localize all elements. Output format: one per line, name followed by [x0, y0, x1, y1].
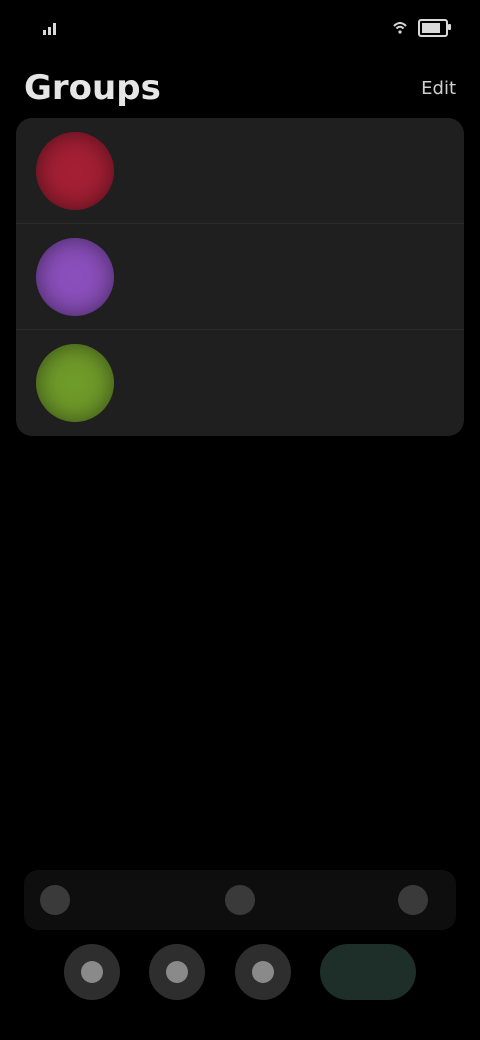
group-item[interactable] — [16, 118, 464, 224]
group-avatar — [36, 237, 114, 316]
toolbar-right[interactable] — [398, 885, 440, 915]
search-icon — [166, 961, 189, 983]
group-avatar — [36, 344, 114, 422]
bottom-toolbar — [24, 870, 456, 930]
status-right — [392, 19, 451, 37]
profile-button[interactable] — [234, 944, 291, 1000]
signal-icon — [42, 20, 58, 36]
status-left — [32, 20, 58, 36]
battery-icon — [418, 19, 451, 37]
page-title: Groups — [24, 68, 161, 108]
toolbar-center[interactable] — [225, 885, 255, 915]
wifi-icon — [392, 20, 408, 36]
toolbar-left[interactable] — [40, 885, 82, 915]
toolbar-left-icon — [40, 885, 70, 915]
primary-action-button[interactable] — [319, 944, 416, 1000]
header: Groups Edit — [0, 58, 480, 118]
screen-root: Groups Edit — [0, 0, 480, 1040]
edit-button[interactable]: Edit — [421, 78, 456, 99]
group-item[interactable] — [16, 224, 464, 330]
battery-fill — [422, 23, 441, 33]
dock — [24, 930, 456, 1014]
home-icon — [81, 961, 103, 983]
profile-icon — [251, 961, 274, 983]
toolbar-center-icon — [225, 885, 255, 915]
home-button[interactable] — [64, 944, 120, 1000]
group-item[interactable] — [16, 330, 464, 436]
group-avatar — [36, 131, 114, 210]
search-button[interactable] — [149, 944, 206, 1000]
toolbar-right-icon — [398, 885, 428, 915]
status-bar — [0, 0, 480, 56]
groups-card — [16, 118, 464, 436]
